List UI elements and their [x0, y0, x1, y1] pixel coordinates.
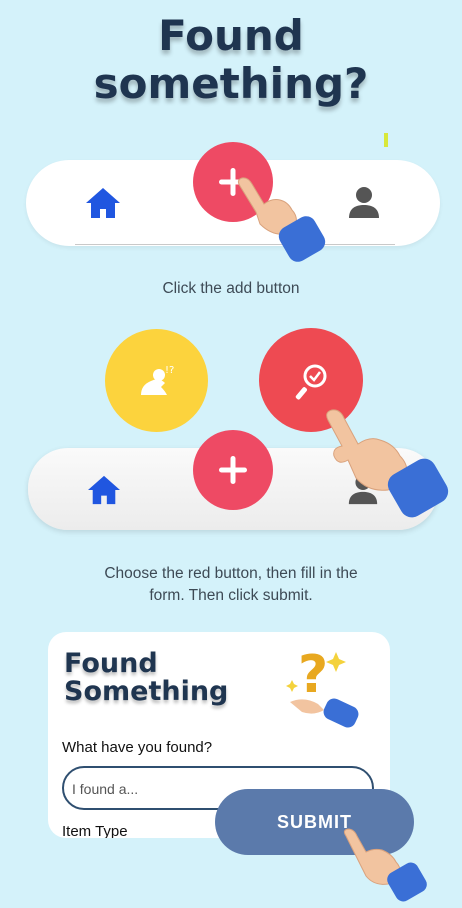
home-icon[interactable] — [84, 186, 122, 220]
svg-text:?: ? — [298, 645, 328, 705]
title-line-1: Found — [158, 11, 304, 60]
lost-item-icon: !? — [140, 365, 174, 395]
pointing-hand-icon — [228, 168, 332, 264]
pointing-hand-icon — [340, 826, 434, 904]
form-title-line-1: Found — [64, 648, 158, 679]
plus-icon — [219, 456, 247, 484]
form-title-line-2: Something — [64, 676, 229, 707]
step2-caption-line-2: form. Then click submit. — [149, 587, 313, 604]
svg-text:!?: !? — [165, 365, 174, 376]
lost-item-button[interactable]: !? — [105, 329, 208, 432]
found-item-icon — [295, 364, 327, 400]
form-title: Found Something — [64, 650, 228, 706]
add-button[interactable] — [193, 430, 273, 510]
question-mark-illustration: ? — [284, 640, 370, 734]
user-icon[interactable] — [346, 184, 382, 220]
found-item-input-placeholder: I found a... — [72, 781, 139, 797]
step2-caption: Choose the red button, then fill in the … — [0, 563, 462, 607]
question-label: What have you found? — [62, 739, 213, 756]
step1-caption: Click the add button — [162, 280, 300, 297]
step2-caption-line-1: Choose the red button, then fill in the — [104, 565, 358, 582]
decorative-mark — [384, 133, 388, 147]
item-type-label: Item Type — [62, 823, 128, 838]
home-icon[interactable] — [86, 474, 122, 506]
pointing-hand-icon — [318, 404, 458, 522]
page-title: Found something? — [0, 12, 462, 108]
title-line-2: something? — [93, 59, 369, 108]
